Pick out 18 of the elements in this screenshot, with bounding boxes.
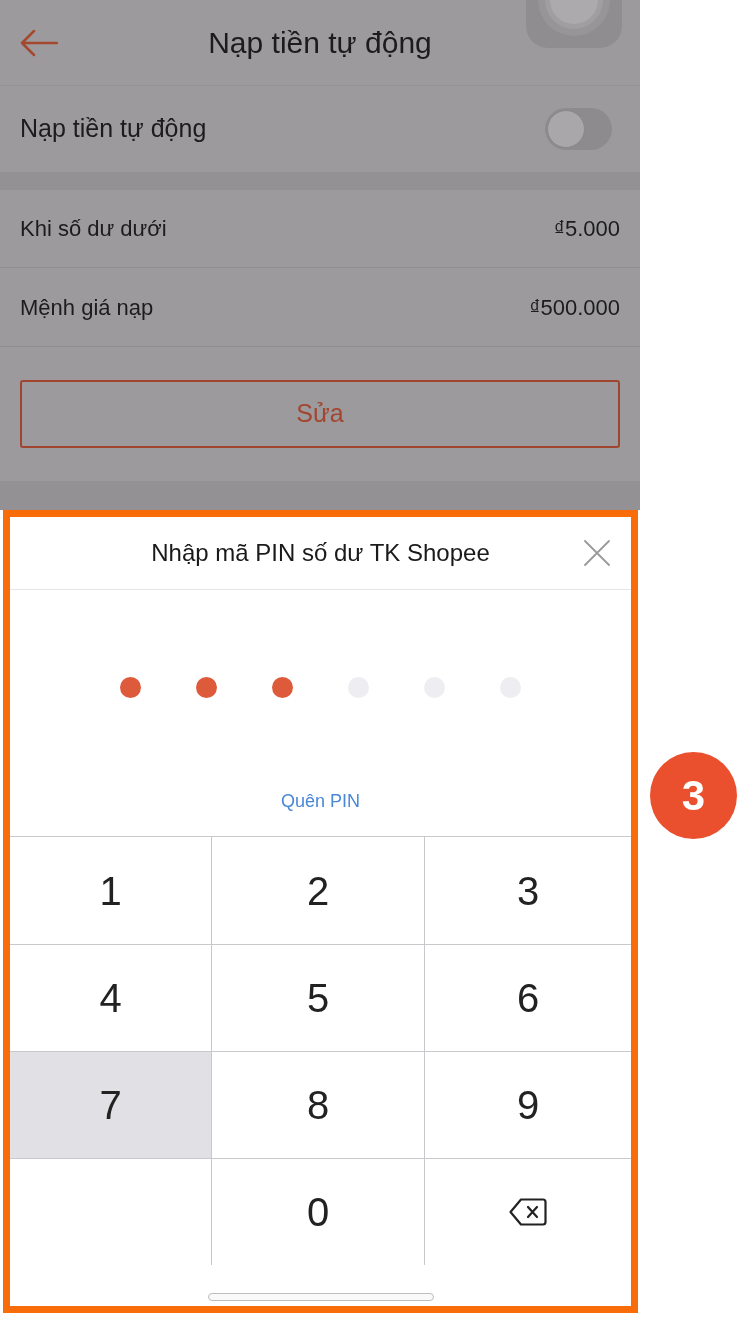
toggle-switch[interactable] — [545, 108, 612, 150]
forgot-pin-link[interactable]: Quên PIN — [280, 789, 360, 813]
setting-value: ₫500.000 — [529, 293, 620, 322]
page-title: Nạp tiền tự động — [208, 24, 432, 61]
close-icon[interactable] — [584, 540, 610, 566]
backspace-icon — [509, 1198, 547, 1226]
keypad-key[interactable]: 0 — [212, 1158, 425, 1265]
step-badge: 3 — [650, 752, 737, 839]
setting-value: ₫5.000 — [553, 215, 620, 243]
keypad-key[interactable]: 7 — [10, 1051, 212, 1158]
setting-label: Mệnh giá nạp — [20, 293, 154, 322]
keypad-key[interactable]: 8 — [212, 1051, 425, 1158]
setting-label: Khi số dư dưới — [20, 215, 167, 243]
dialog-title: Nhập mã PIN số dư TK Shopee — [151, 538, 490, 568]
keypad-key[interactable]: 4 — [10, 944, 212, 1051]
back-arrow-icon[interactable] — [20, 28, 58, 57]
keypad-key[interactable]: 5 — [212, 944, 425, 1051]
auto-topup-label: Nạp tiền tự động — [20, 113, 207, 145]
